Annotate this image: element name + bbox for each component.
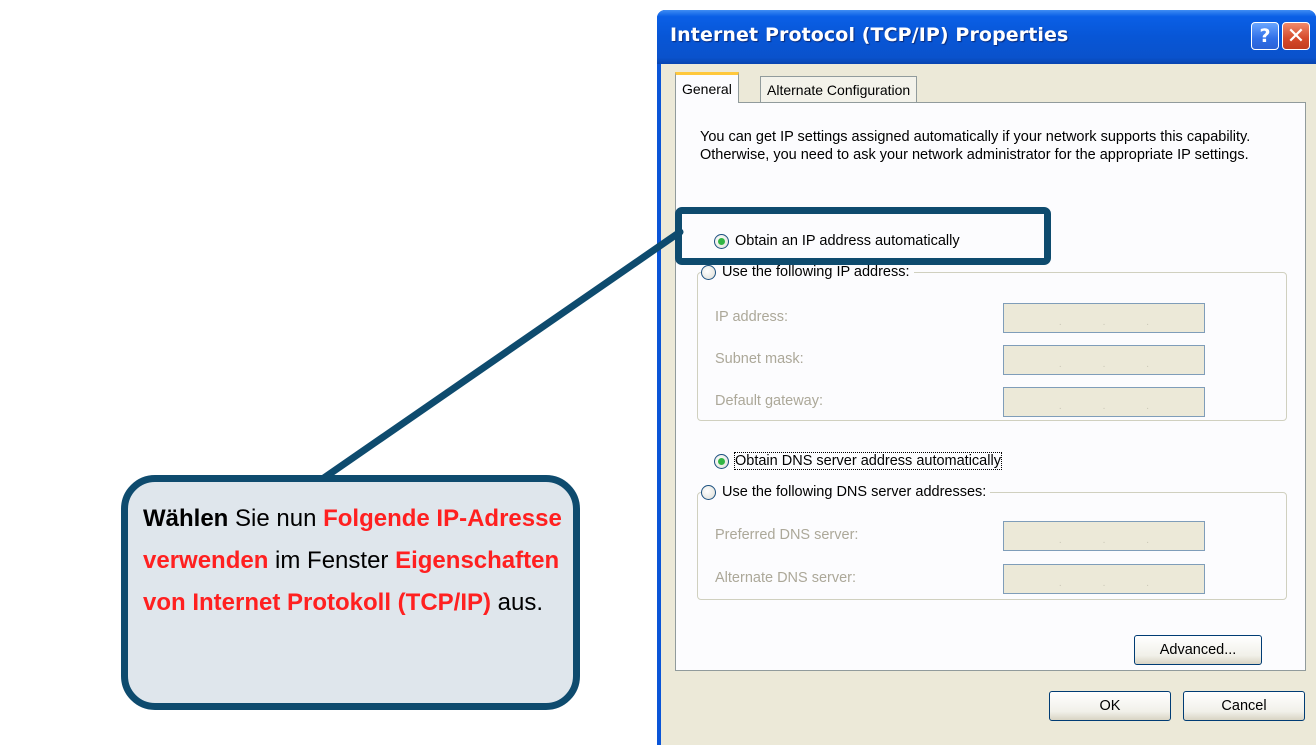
tab-general[interactable]: General — [675, 72, 739, 103]
callout-text: Wählen Sie nun Folgende IP-Adresse verwe… — [143, 505, 562, 616]
callout-bold-select: Wählen — [143, 505, 229, 532]
instruction-callout: Wählen Sie nun Folgende IP-Adresse verwe… — [121, 475, 580, 710]
